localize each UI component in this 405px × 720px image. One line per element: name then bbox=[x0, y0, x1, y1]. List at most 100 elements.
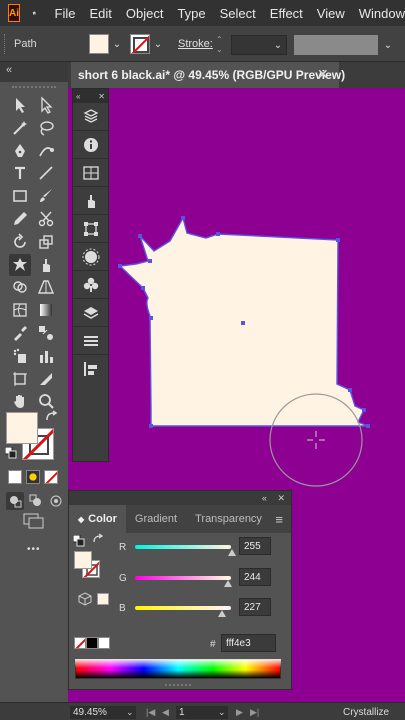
blue-slider-thumb[interactable] bbox=[218, 610, 226, 617]
last-artboard-icon[interactable]: ▶| bbox=[250, 707, 259, 718]
screen-mode-icon[interactable] bbox=[22, 512, 46, 530]
white-swatch[interactable] bbox=[98, 637, 110, 649]
anchor-point[interactable] bbox=[366, 424, 370, 428]
blend-tool[interactable] bbox=[35, 322, 57, 344]
document-tab[interactable]: short 6 black.ai* @ 49.45% (RGB/GPU Prev… bbox=[71, 62, 345, 88]
anchor-point[interactable] bbox=[216, 232, 220, 236]
panel-resize-grip[interactable] bbox=[165, 684, 191, 686]
out-of-web-icon[interactable] bbox=[78, 592, 92, 606]
color-panel-close-icon[interactable]: ✕ bbox=[277, 493, 285, 503]
none-swatch[interactable] bbox=[74, 637, 86, 649]
green-slider-track[interactable] bbox=[135, 576, 231, 580]
selection-tool[interactable] bbox=[9, 94, 31, 116]
draw-normal-button[interactable] bbox=[6, 492, 24, 510]
mesh-tool[interactable] bbox=[9, 299, 31, 321]
panel-menu-icon[interactable]: ≡ bbox=[275, 512, 283, 527]
shape-builder-tool[interactable] bbox=[9, 276, 31, 298]
anchor-point[interactable] bbox=[336, 238, 340, 242]
libraries-panel-button[interactable] bbox=[73, 103, 108, 131]
red-value-input[interactable]: 255 bbox=[239, 537, 271, 555]
curvature-tool[interactable] bbox=[35, 140, 57, 162]
artboards-panel-button[interactable] bbox=[73, 355, 108, 383]
close-tab-icon[interactable]: ✕ bbox=[317, 66, 329, 83]
variable-width-field[interactable] bbox=[294, 35, 378, 55]
type-tool[interactable] bbox=[9, 162, 31, 184]
home-icon[interactable] bbox=[32, 3, 37, 23]
slice-tool[interactable] bbox=[35, 368, 57, 390]
draw-inside-icon[interactable] bbox=[47, 492, 65, 510]
more-tools-icon[interactable]: ••• bbox=[27, 544, 41, 555]
anchor-point[interactable] bbox=[149, 424, 153, 428]
scissors-tool[interactable] bbox=[35, 208, 57, 230]
perspective-tool[interactable] bbox=[35, 276, 57, 298]
none-mode-button[interactable] bbox=[44, 470, 58, 484]
menu-window[interactable]: Window bbox=[359, 6, 405, 21]
transform-panel-button[interactable] bbox=[73, 215, 108, 243]
anchor-point[interactable] bbox=[362, 408, 366, 412]
tab-transparency[interactable]: Transparency bbox=[186, 505, 271, 533]
artboard-tool[interactable] bbox=[9, 368, 31, 390]
pen-tool[interactable] bbox=[9, 140, 31, 162]
anchor-point[interactable] bbox=[149, 316, 153, 320]
menu-object[interactable]: Object bbox=[126, 6, 164, 21]
stroke-weight-dropdown-icon[interactable]: ⌄ bbox=[272, 35, 284, 55]
draw-behind-icon[interactable] bbox=[27, 492, 45, 510]
dock-close-icon[interactable]: ✕ bbox=[98, 92, 105, 101]
tab-gradient[interactable]: Gradient bbox=[126, 505, 186, 533]
info-panel-button[interactable] bbox=[73, 131, 108, 159]
symbols-panel-button[interactable] bbox=[73, 271, 108, 299]
stroke-swatch[interactable] bbox=[130, 34, 150, 54]
symbol-sprayer-tool[interactable] bbox=[9, 345, 31, 367]
dock-collapse-icon[interactable]: « bbox=[76, 92, 80, 101]
anchor-point[interactable] bbox=[148, 259, 152, 263]
hand-tool[interactable] bbox=[9, 390, 31, 412]
stroke-dropdown-icon[interactable]: ⌄ bbox=[152, 34, 164, 54]
anchor-point[interactable] bbox=[118, 264, 122, 268]
column-graph-tool[interactable] bbox=[35, 345, 57, 367]
first-artboard-icon[interactable]: |◀ bbox=[146, 707, 155, 718]
align-panel-button[interactable] bbox=[73, 327, 108, 355]
toolbar-grip[interactable] bbox=[12, 86, 56, 88]
menu-file[interactable]: File bbox=[55, 6, 76, 21]
crystallize-tool[interactable] bbox=[9, 253, 31, 276]
web-safe-swatch[interactable] bbox=[97, 593, 109, 605]
menu-effect[interactable]: Effect bbox=[270, 6, 303, 21]
fill-dropdown-icon[interactable]: ⌄ bbox=[111, 34, 123, 54]
artboard-dropdown-icon[interactable]: ⌄ bbox=[218, 707, 226, 718]
layers-panel-button[interactable] bbox=[73, 299, 108, 327]
menu-select[interactable]: Select bbox=[220, 6, 256, 21]
swap-colors-icon[interactable] bbox=[92, 533, 104, 545]
rotate-tool[interactable] bbox=[9, 231, 31, 253]
profile-dropdown-icon[interactable]: ⌄ bbox=[382, 35, 394, 55]
fill-swatch[interactable] bbox=[89, 34, 109, 54]
previous-artboard-icon[interactable]: ◀ bbox=[162, 707, 169, 718]
paintbrush-tool[interactable] bbox=[35, 185, 57, 207]
next-artboard-icon[interactable]: ▶ bbox=[236, 707, 243, 718]
lasso-tool[interactable] bbox=[35, 117, 57, 139]
default-colors-icon[interactable] bbox=[73, 535, 85, 547]
swap-fill-stroke-icon[interactable] bbox=[44, 410, 58, 424]
blue-value-input[interactable]: 227 bbox=[239, 598, 271, 616]
fill-color-box[interactable] bbox=[6, 412, 38, 444]
scale-tool[interactable] bbox=[35, 231, 57, 253]
pencil-tool[interactable] bbox=[9, 208, 31, 230]
grip-handle[interactable] bbox=[4, 34, 7, 54]
hex-value-input[interactable]: fff4e3 bbox=[221, 634, 276, 652]
anchor-point[interactable] bbox=[141, 286, 145, 290]
anchor-point[interactable] bbox=[348, 388, 352, 392]
puppet-panel-button[interactable] bbox=[73, 187, 108, 215]
puppet-warp-tool[interactable] bbox=[35, 254, 57, 276]
properties-panel-button[interactable] bbox=[73, 159, 108, 187]
tab-color[interactable]: ◆ Color bbox=[69, 505, 126, 533]
magic-wand-tool[interactable] bbox=[9, 117, 31, 139]
eyedropper-tool[interactable] bbox=[9, 322, 31, 344]
panel-fill-box[interactable] bbox=[74, 551, 92, 569]
direct-selection-tool[interactable] bbox=[35, 94, 57, 116]
collapse-icon[interactable]: « bbox=[6, 64, 12, 76]
zoom-dropdown-icon[interactable]: ⌄ bbox=[126, 707, 134, 718]
default-colors-icon[interactable] bbox=[5, 447, 17, 459]
rectangle-tool[interactable] bbox=[9, 185, 31, 207]
gradient-tool[interactable] bbox=[35, 299, 57, 321]
brushes-panel-button[interactable] bbox=[73, 243, 108, 271]
blue-slider-track[interactable] bbox=[135, 606, 231, 610]
